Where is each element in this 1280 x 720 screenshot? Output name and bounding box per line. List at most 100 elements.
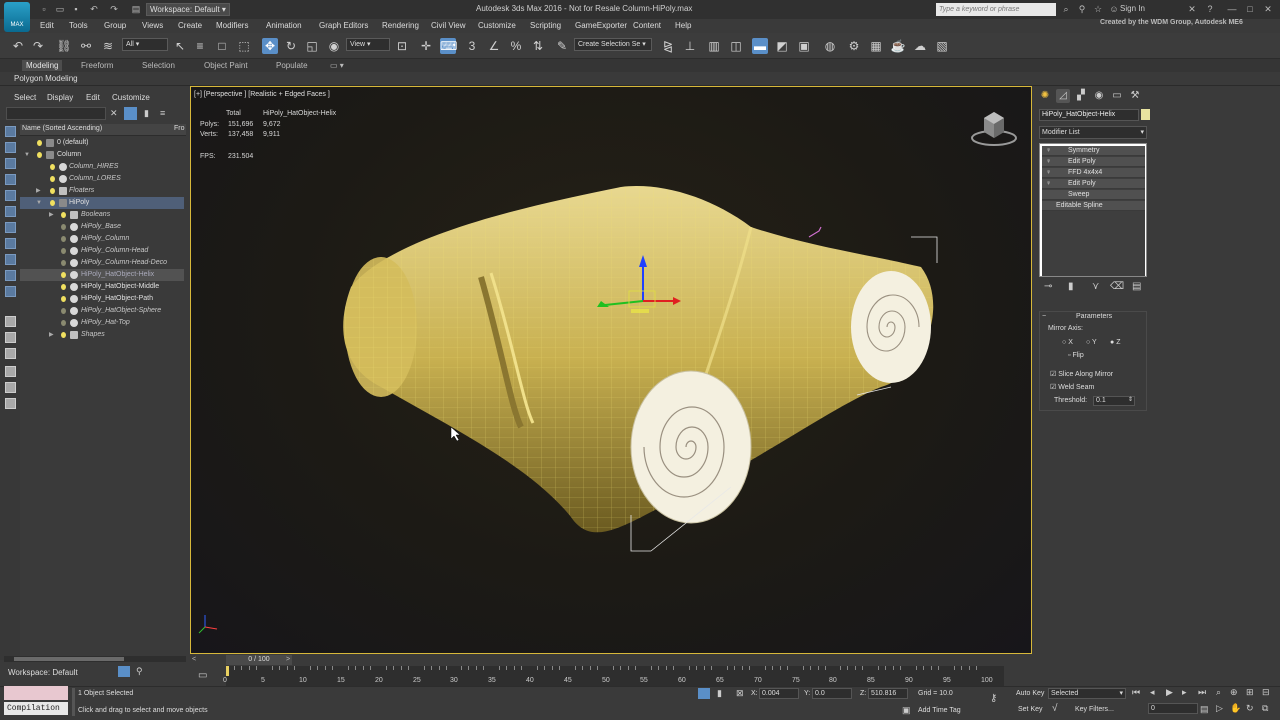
tree-row[interactable]: ▶ Booleans — [20, 209, 184, 221]
tab-freeform[interactable]: Freeform — [77, 60, 117, 71]
pin-stack-icon[interactable]: ⊸ — [1044, 281, 1052, 292]
scene-explorer-icon[interactable]: ▥ — [706, 38, 722, 54]
maxscript-listener-mini[interactable] — [4, 686, 68, 700]
graphite-toolset-icon[interactable]: ▬ — [752, 38, 768, 54]
expand-arrow-icon[interactable]: ▶ — [49, 209, 54, 221]
selection-lock-icon[interactable]: ▮ — [717, 688, 722, 699]
zoom-icon[interactable]: ⌕ — [1216, 687, 1221, 698]
tree-row[interactable]: HiPoly_HatObject-Helix — [20, 269, 184, 281]
filter-toggle-icon[interactable] — [124, 107, 137, 120]
utilities-tab-icon[interactable]: ⚒ — [1128, 89, 1142, 103]
workspace-dropdown[interactable]: Workspace: Default ▾ — [146, 3, 230, 16]
perspective-viewport[interactable] — [190, 86, 1032, 654]
explorer-menu-select[interactable]: Select — [14, 93, 36, 102]
rectangular-selection-icon[interactable]: □ — [214, 38, 230, 54]
flip-checkbox[interactable]: ▫ Flip — [1068, 352, 1084, 359]
redo-icon[interactable]: ↷ — [108, 3, 120, 15]
sign-in-link[interactable]: Sign In — [1120, 4, 1145, 13]
show-end-result-icon[interactable]: ▮ — [1068, 281, 1074, 292]
display-all-icon[interactable] — [5, 316, 16, 327]
tree-row[interactable]: HiPoly_HatObject-Path — [20, 293, 184, 305]
display-lights-icon[interactable] — [5, 158, 16, 169]
parameters-title[interactable]: Parameters — [1076, 313, 1112, 320]
display-tab-icon[interactable]: ▭ — [1110, 89, 1124, 103]
current-frame-field[interactable]: 0 — [1148, 703, 1198, 714]
sync-selection-icon[interactable] — [5, 398, 16, 409]
menu-help[interactable]: Help — [675, 21, 691, 30]
explorer-workspace-label[interactable]: Workspace: Default — [8, 668, 78, 677]
tab-modeling[interactable]: Modeling — [22, 60, 63, 71]
visibility-bulb-icon[interactable] — [37, 140, 42, 146]
user-icon[interactable]: ☺ — [1108, 3, 1120, 15]
clear-search-icon[interactable]: ✕ — [110, 108, 118, 119]
auto-key-button[interactable]: Auto Key — [1016, 690, 1044, 697]
visibility-bulb-icon[interactable] — [50, 176, 55, 182]
bulb-icon[interactable]: ♀ — [1046, 146, 1051, 156]
key-filters-button[interactable]: Key Filters... — [1075, 706, 1114, 713]
invert-display-icon[interactable] — [5, 348, 16, 359]
align-icon[interactable]: ⊥ — [682, 38, 698, 54]
previous-frame-icon[interactable]: ◂ — [1150, 687, 1155, 698]
tree-row[interactable]: ▶ Shapes — [20, 329, 184, 341]
z-coord-field[interactable]: 510.816 — [868, 688, 908, 699]
render-production-icon[interactable]: ☕ — [890, 38, 906, 54]
visibility-bulb-icon[interactable] — [50, 200, 55, 206]
viewport-label-menu[interactable]: [+] [Perspective ] [Realistic + Edged Fa… — [194, 91, 330, 98]
explorer-search-input[interactable] — [6, 107, 106, 120]
display-shapes-icon[interactable] — [5, 142, 16, 153]
tree-row[interactable]: ▶ Floaters — [20, 185, 184, 197]
link-icon[interactable]: ⛓ — [56, 38, 72, 54]
key-mode-dropdown[interactable]: Selected ▾ — [1048, 688, 1126, 699]
explorer-hierarchy-icon[interactable]: ⚲ — [136, 666, 143, 677]
visibility-bulb-icon[interactable] — [61, 212, 66, 218]
maximize-viewport-icon[interactable]: ⧉ — [1262, 703, 1268, 714]
display-frozen-icon[interactable] — [5, 286, 16, 297]
display-spacewarps-icon[interactable] — [5, 206, 16, 217]
rendered-frame-window-icon[interactable]: ▦ — [868, 38, 884, 54]
close-button[interactable]: ✕ — [1262, 3, 1274, 15]
expand-arrow-icon[interactable]: ▼ — [24, 149, 30, 161]
axis-z-radio[interactable]: ● Z — [1110, 339, 1120, 346]
visibility-bulb-icon[interactable] — [61, 296, 66, 302]
explorer-menu-display[interactable]: Display — [47, 93, 73, 102]
open-file-icon[interactable]: ▭ — [54, 3, 66, 15]
angle-snap-icon[interactable]: ∠ — [486, 38, 502, 54]
favorites-star-icon[interactable]: ☆ — [1092, 3, 1104, 15]
slice-along-mirror-checkbox[interactable]: ☑ Slice Along Mirror — [1050, 370, 1113, 378]
visibility-bulb-icon[interactable] — [61, 224, 66, 230]
display-groups-icon[interactable] — [5, 222, 16, 233]
visibility-bulb-icon[interactable] — [61, 320, 66, 326]
axis-y-radio[interactable]: ○ Y — [1086, 339, 1097, 346]
select-by-name-icon[interactable]: ≡ — [192, 38, 208, 54]
modifier-list-dropdown[interactable]: Modifier List ▾ — [1039, 126, 1147, 139]
display-containers-icon[interactable] — [5, 270, 16, 281]
expand-arrow-icon[interactable]: ▶ — [49, 329, 54, 341]
menu-group[interactable]: Group — [104, 21, 126, 30]
display-none-icon[interactable] — [5, 332, 16, 343]
visibility-bulb-icon[interactable] — [37, 152, 42, 158]
tree-row[interactable]: HiPoly_Column — [20, 233, 184, 245]
menu-content[interactable]: Content — [633, 21, 661, 30]
layer-explorer-icon[interactable]: ◫ — [728, 38, 744, 54]
save-file-icon[interactable]: ▪ — [70, 3, 82, 15]
visibility-bulb-icon[interactable] — [61, 272, 66, 278]
visibility-bulb-icon[interactable] — [50, 164, 55, 170]
next-frame-icon[interactable]: ▸ — [1182, 687, 1187, 698]
selection-filter-dropdown[interactable]: All ▾ — [122, 38, 168, 51]
tab-populate[interactable]: Populate — [272, 60, 312, 71]
set-key-key-icon[interactable]: ⚷ — [990, 693, 997, 704]
find-icon[interactable] — [5, 382, 16, 393]
window-crossing-icon[interactable]: ⬚ — [236, 38, 252, 54]
tree-row[interactable]: HiPoly_Base — [20, 221, 184, 233]
absolute-mode-icon[interactable]: ⊠ — [736, 688, 744, 699]
modify-tab-icon[interactable]: ◿ — [1056, 89, 1070, 103]
expand-arrow-icon[interactable]: ▶ — [36, 185, 41, 197]
time-slider-right-arrow[interactable]: > — [286, 656, 290, 663]
ribbon-options-button[interactable]: ▭ ▾ — [326, 60, 348, 71]
y-coord-field[interactable]: 0.0 — [812, 688, 852, 699]
field-of-view-icon[interactable]: ▷ — [1216, 703, 1223, 714]
visibility-bulb-icon[interactable] — [50, 188, 55, 194]
axis-x-radio[interactable]: ○ X — [1062, 339, 1073, 346]
remove-modifier-icon[interactable]: ⌫ — [1110, 281, 1124, 292]
named-selection-dropdown[interactable]: Create Selection Se ▾ — [574, 38, 652, 51]
